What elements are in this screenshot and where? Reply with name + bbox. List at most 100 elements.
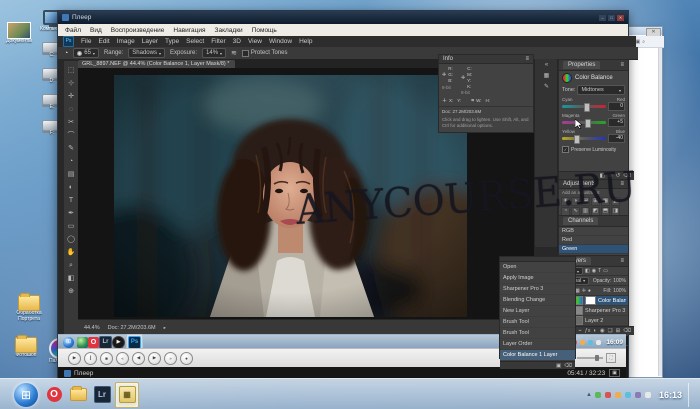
tray-icon[interactable]	[596, 340, 601, 345]
tool-icon[interactable]: ✋	[65, 247, 77, 259]
player-control-button[interactable]: ◀	[132, 352, 145, 365]
dodge-tool-icon[interactable]: ◔	[64, 50, 68, 57]
tray-icon[interactable]	[645, 392, 651, 398]
player-control-button[interactable]: ▶	[148, 352, 161, 365]
tool-icon[interactable]: ⊕	[65, 286, 77, 298]
photoshop-logo-icon[interactable]: Ps	[63, 36, 74, 47]
browser-icon[interactable]	[77, 337, 88, 348]
video-area[interactable]: Ps FileEditImageLayerTypeSelectFilter3DV…	[58, 36, 626, 348]
tool-icon[interactable]: ◧	[65, 273, 77, 285]
tool-icon[interactable]: ⊹	[65, 78, 77, 90]
volume-slider[interactable]	[577, 357, 603, 359]
scrollbar[interactable]	[658, 48, 662, 376]
tray-icon[interactable]	[580, 340, 585, 345]
player-menu-item[interactable]: Закладки	[215, 27, 243, 34]
ps-menu-item[interactable]: Image	[117, 38, 135, 45]
properties-tab[interactable]: Properties	[563, 61, 600, 69]
slider-value[interactable]: +5	[608, 118, 625, 127]
player-control-button[interactable]: ●	[180, 352, 193, 365]
player-control-button[interactable]: «	[116, 352, 129, 365]
history-state[interactable]: Layer Order	[500, 339, 575, 350]
taskbar-explorer-button[interactable]	[67, 383, 89, 407]
tray-icon[interactable]	[625, 392, 631, 398]
tray-icon[interactable]	[588, 340, 593, 345]
history-state[interactable]: Apply Image	[500, 273, 575, 284]
player-menu-item[interactable]: Навигация	[173, 27, 205, 34]
adjustment-icon[interactable]: ◭	[611, 197, 620, 206]
player-menu-item[interactable]: Воспроизведение	[111, 27, 165, 34]
player-control-button[interactable]: ∥	[84, 352, 97, 365]
preserve-luminosity-checkbox[interactable]: ✓ Preserve Luminosity	[559, 143, 628, 156]
tool-icon[interactable]: ⌕	[65, 260, 77, 272]
opera-icon[interactable]: O	[88, 337, 99, 348]
slider-value[interactable]: 0	[608, 102, 625, 111]
tool-icon[interactable]: ✒	[65, 208, 77, 220]
filter-type-icon[interactable]: T	[598, 268, 601, 274]
history-state[interactable]: Brush Tool	[500, 317, 575, 328]
playback-mode-badge[interactable]: ▣	[609, 369, 620, 377]
tool-icon[interactable]: ◌	[65, 104, 77, 116]
panel-menu-icon[interactable]: ≡	[620, 181, 624, 187]
player-menu-item[interactable]: Вид	[90, 27, 102, 34]
channel-row[interactable]: Red	[559, 236, 628, 245]
history-state[interactable]: Open	[500, 262, 575, 273]
taskbar-opera-button[interactable]: O	[43, 383, 65, 407]
lock-position-icon[interactable]: ✛	[582, 288, 586, 294]
ps-menu-item[interactable]: Window	[269, 38, 292, 45]
opacity-value[interactable]: 100%	[613, 278, 626, 284]
ps-menu-item[interactable]: View	[248, 38, 262, 45]
tool-icon[interactable]: ⌒	[65, 130, 77, 142]
start-button-icon[interactable]: ⊞	[63, 337, 74, 348]
panel-menu-icon[interactable]: ≡	[620, 258, 624, 264]
video-clock[interactable]: 16:09	[606, 339, 623, 346]
status-arrow-icon[interactable]: ▸	[164, 325, 166, 331]
filter-adjustment-icon[interactable]: ◉	[592, 268, 596, 274]
search-icon[interactable]: ⌕	[642, 39, 645, 45]
lightroom-icon[interactable]: Lr	[99, 336, 112, 349]
fullscreen-icon[interactable]: ⛶	[606, 353, 616, 363]
mask-thumb[interactable]	[585, 296, 596, 305]
slider-value[interactable]: -40	[608, 134, 625, 143]
tone-select[interactable]: Midtones▾	[577, 85, 625, 95]
adjustments-tab[interactable]: Adjustments	[563, 181, 596, 187]
ps-menu-item[interactable]: Layer	[142, 38, 158, 45]
ps-menu-item[interactable]: Filter	[211, 38, 225, 45]
desktop-icon-folder-portrait[interactable]: Обработка Портрета	[8, 295, 50, 323]
ps-menu-item[interactable]: 3D	[233, 38, 241, 45]
channel-row[interactable]: RGB	[559, 227, 628, 236]
slider-knob[interactable]	[585, 119, 591, 128]
tool-icon[interactable]: ◐	[65, 182, 77, 194]
player-control-button[interactable]: »	[164, 352, 177, 365]
player-control-button[interactable]: ■	[100, 352, 113, 365]
taskbar-player-button[interactable]: ▦	[115, 382, 139, 408]
lock-all-icon[interactable]: ●	[588, 288, 591, 294]
adjustment-icon[interactable]: ▦	[601, 197, 610, 206]
player-menu-item[interactable]: Помощь	[252, 27, 277, 34]
history-state[interactable]: New Layer	[500, 306, 575, 317]
history-state[interactable]: Brush Tool	[500, 328, 575, 339]
yellow-blue-slider[interactable]	[562, 137, 606, 140]
show-desktop-button[interactable]	[688, 383, 694, 407]
tool-icon[interactable]: ✛	[65, 91, 77, 103]
ps-menu-item[interactable]: File	[81, 38, 91, 45]
collapse-panels-icon[interactable]: «	[535, 62, 558, 68]
slider-knob[interactable]	[584, 103, 590, 112]
player-titlebar[interactable]: Плеер – □ ✕	[58, 11, 628, 24]
zoom-level[interactable]: 44.4%	[84, 325, 100, 331]
range-select[interactable]: Shadows▾	[128, 48, 165, 58]
camera-icon[interactable]: ▣	[556, 363, 561, 369]
close-icon[interactable]: ✕	[617, 15, 624, 21]
tool-icon[interactable]: ◔	[65, 156, 77, 168]
history-state[interactable]: Blending Change	[500, 295, 575, 306]
tray-icon[interactable]	[605, 392, 611, 398]
ps-menu-item[interactable]: Type	[165, 38, 179, 45]
panel-menu-icon[interactable]: ≡	[525, 56, 529, 62]
tool-icon[interactable]: ▤	[65, 169, 77, 181]
exposure-input[interactable]: 14%▾	[202, 48, 226, 58]
maximize-icon[interactable]: □	[608, 15, 615, 21]
history-state[interactable]: Sharpener Pro 3	[500, 284, 575, 295]
tool-icon[interactable]: ✎	[65, 143, 77, 155]
cyan-red-slider[interactable]	[562, 105, 606, 108]
volume-knob[interactable]	[595, 355, 599, 361]
trash-icon[interactable]: ⌫	[564, 363, 572, 369]
